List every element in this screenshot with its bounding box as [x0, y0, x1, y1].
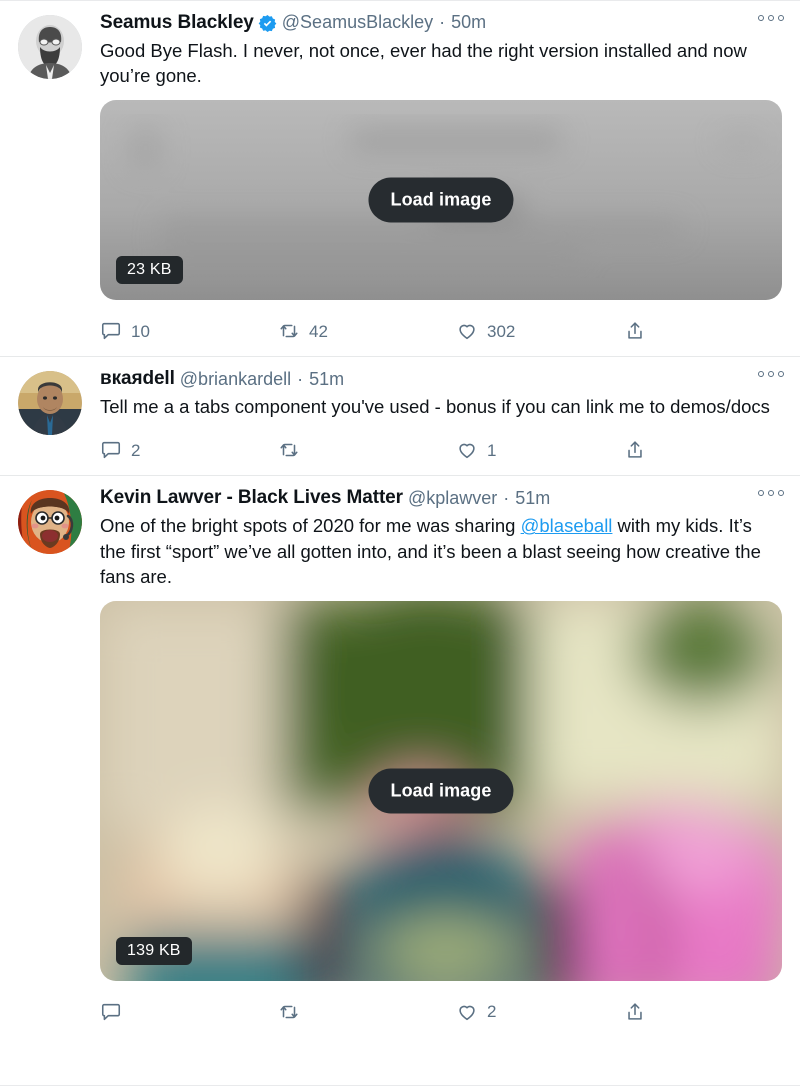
- heart-icon: [459, 444, 475, 459]
- dot-icon: [778, 15, 784, 21]
- avatar[interactable]: [18, 15, 82, 79]
- image-size-badge: 139 KB: [116, 936, 192, 965]
- handle[interactable]: @kplawver: [408, 488, 497, 510]
- reply-icon: [101, 1003, 121, 1021]
- handle[interactable]: @briankardell: [180, 369, 291, 391]
- tweet-item: Seamus Blackley @SeamusBlackley · 50m Go…: [0, 1, 800, 358]
- dot-icon: [758, 371, 764, 378]
- avatar-portrait-icon: [18, 15, 82, 79]
- more-options-button[interactable]: [758, 490, 784, 497]
- media-placeholder[interactable]: Load image 23 KB: [100, 100, 782, 301]
- tweet-actions: 2 1: [100, 431, 782, 469]
- retweet-icon: [280, 325, 298, 338]
- retweet-button[interactable]: [278, 1001, 456, 1023]
- share-button[interactable]: [624, 1001, 655, 1023]
- dot-icon: [758, 15, 764, 21]
- tweet-feed: Seamus Blackley @SeamusBlackley · 50m Go…: [0, 0, 800, 1086]
- share-icon: [628, 322, 642, 339]
- retweet-button[interactable]: [278, 439, 456, 461]
- display-name[interactable]: Seamus Blackley: [100, 12, 254, 35]
- timestamp[interactable]: 51m: [309, 369, 344, 391]
- separator: ·: [297, 368, 304, 389]
- tweet-header: Seamus Blackley @SeamusBlackley · 50m: [100, 11, 782, 35]
- timestamp[interactable]: 50m: [451, 12, 486, 34]
- tweet-item: вкаяdell @briankardell · 51m Tell me a a…: [0, 357, 800, 477]
- like-button[interactable]: 2: [456, 1001, 624, 1023]
- like-count: 1: [487, 440, 497, 460]
- load-image-button[interactable]: Load image: [368, 768, 514, 814]
- reply-button[interactable]: 2: [100, 439, 278, 461]
- share-icon: [628, 1003, 642, 1020]
- tweet-header: Kevin Lawver - Black Lives Matter @kplaw…: [100, 486, 782, 510]
- share-button[interactable]: [624, 320, 655, 342]
- reply-count: 10: [131, 321, 150, 341]
- reply-count: 2: [131, 440, 141, 460]
- verified-badge-icon: [258, 14, 277, 32]
- share-icon: [628, 441, 642, 459]
- tweet-actions: 2: [100, 993, 782, 1031]
- tweet-text: One of the bright spots of 2020 for me w…: [100, 513, 782, 588]
- media-placeholder[interactable]: Load image 139 KB: [100, 600, 782, 981]
- tweet-text-part: One of the bright spots of 2020 for me w…: [100, 515, 521, 537]
- tweet-actions: 10 42 302: [100, 312, 782, 350]
- tweet-text: Tell me a a tabs component you've used -…: [100, 396, 770, 418]
- dot-icon: [768, 371, 774, 378]
- display-name[interactable]: вкаяdell: [100, 368, 175, 391]
- reply-button[interactable]: [100, 1001, 278, 1023]
- like-count: 2: [487, 1002, 497, 1022]
- like-button[interactable]: 1: [456, 439, 624, 461]
- reply-button[interactable]: 10: [100, 320, 278, 342]
- reply-icon: [101, 323, 121, 340]
- tweet-header: вкаяdell @briankardell · 51m: [100, 367, 782, 391]
- tweet-body: Kevin Lawver - Black Lives Matter @kplaw…: [88, 486, 786, 1030]
- image-size-badge: 23 KB: [116, 256, 183, 285]
- more-options-button[interactable]: [758, 371, 784, 378]
- heart-icon: [459, 1005, 475, 1021]
- tweet-item: Kevin Lawver - Black Lives Matter @kplaw…: [0, 476, 800, 1036]
- separator: ·: [439, 12, 446, 33]
- avatar-column: [18, 367, 88, 469]
- reply-icon: [101, 442, 121, 459]
- tweet-text: Good Bye Flash. I never, not once, ever …: [100, 40, 747, 87]
- heart-icon: [459, 325, 475, 340]
- mention-link[interactable]: @blaseball: [521, 515, 613, 536]
- like-button[interactable]: 302: [456, 320, 624, 342]
- avatar-photo-icon: [18, 371, 82, 436]
- retweet-icon: [280, 444, 298, 457]
- display-name[interactable]: Kevin Lawver - Black Lives Matter: [100, 487, 403, 510]
- handle[interactable]: @SeamusBlackley: [282, 12, 433, 34]
- avatar-cartoon-icon: [18, 490, 82, 555]
- like-count: 302: [487, 321, 516, 341]
- load-image-button[interactable]: Load image: [368, 177, 514, 223]
- retweet-count: 42: [309, 321, 328, 341]
- retweet-button[interactable]: 42: [278, 320, 456, 342]
- dot-icon: [758, 490, 764, 497]
- share-button[interactable]: [624, 439, 655, 461]
- dot-icon: [768, 15, 774, 21]
- avatar-column: [18, 11, 88, 350]
- avatar[interactable]: [18, 490, 82, 555]
- separator: ·: [503, 487, 510, 508]
- more-options-button[interactable]: [758, 15, 784, 21]
- timestamp[interactable]: 51m: [515, 488, 550, 510]
- avatar-column: [18, 486, 88, 1030]
- retweet-icon: [280, 1005, 298, 1019]
- dot-icon: [778, 490, 784, 497]
- dot-icon: [778, 371, 784, 378]
- tweet-body: Seamus Blackley @SeamusBlackley · 50m Go…: [88, 11, 786, 350]
- avatar[interactable]: [18, 371, 82, 436]
- dot-icon: [768, 490, 774, 497]
- tweet-body: вкаяdell @briankardell · 51m Tell me a a…: [88, 367, 786, 469]
